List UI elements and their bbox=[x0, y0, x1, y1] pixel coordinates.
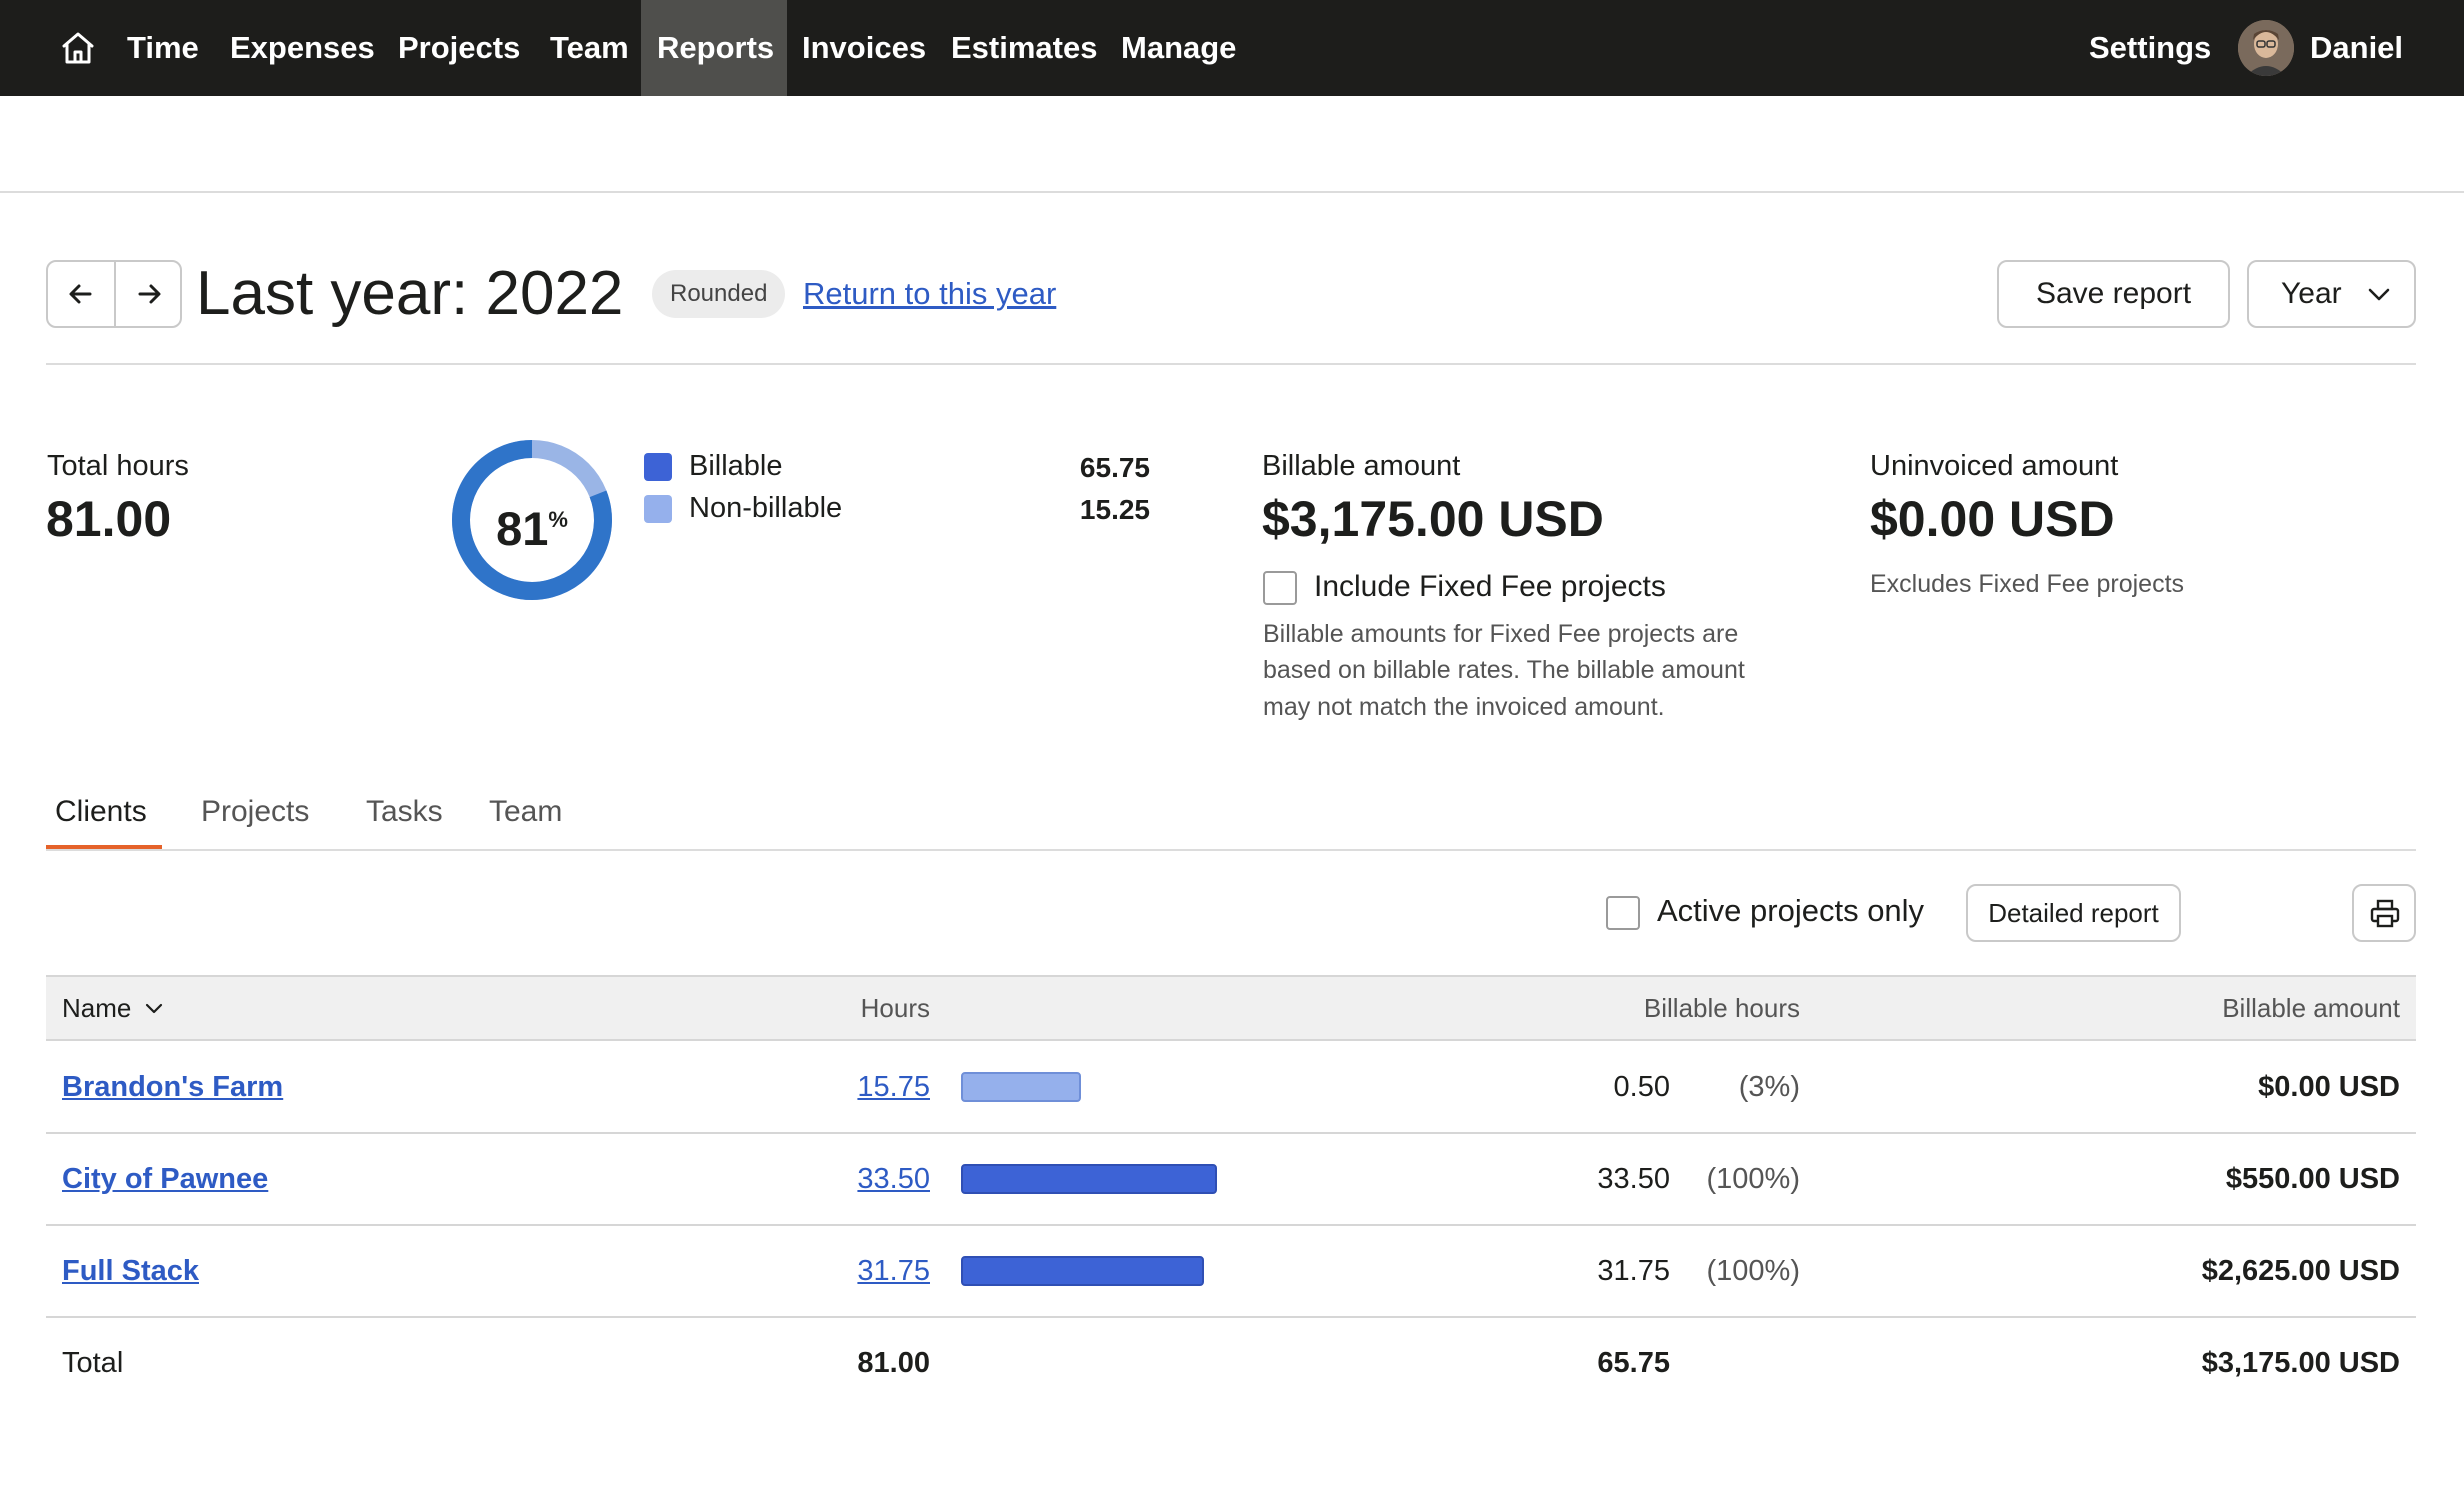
client-name-link[interactable]: City of Pawnee bbox=[62, 1159, 268, 1199]
nav-invoices[interactable]: Invoices bbox=[802, 0, 926, 96]
donut-percent: 81 bbox=[496, 502, 549, 555]
period-select[interactable]: Year bbox=[2247, 260, 2416, 328]
billable-amount-value: $550.00 USD bbox=[2225, 1163, 2400, 1195]
billable-amount-value: $2,625.00 USD bbox=[2201, 1255, 2400, 1287]
nav-projects[interactable]: Projects bbox=[398, 0, 520, 96]
hours-bar bbox=[961, 1164, 1217, 1194]
client-name-link[interactable]: Full Stack bbox=[62, 1251, 199, 1291]
hours-bar bbox=[961, 1256, 1204, 1286]
billable-hours-value: 65.75 bbox=[1079, 452, 1150, 483]
total-hours-label: Total hours bbox=[47, 450, 189, 482]
period-navigation bbox=[46, 260, 182, 328]
nonbillable-hours-value: 15.25 bbox=[1079, 494, 1150, 525]
total-billable-amount: $3,175.00 USD bbox=[2201, 1347, 2400, 1379]
avatar-image bbox=[2238, 20, 2294, 76]
detailed-report-button[interactable]: Detailed report bbox=[1966, 884, 2181, 942]
billable-amount-value: $3,175.00 USD bbox=[1262, 491, 1604, 547]
nav-expenses[interactable]: Expenses bbox=[230, 0, 375, 96]
client-name-link[interactable]: Brandon's Farm bbox=[62, 1067, 283, 1107]
billable-percent: (100%) bbox=[1706, 1163, 1801, 1195]
column-header-hours: Hours bbox=[860, 993, 930, 1023]
uninvoiced-amount-label: Uninvoiced amount bbox=[1870, 450, 2119, 482]
billable-hours-value: 0.50 bbox=[1613, 1071, 1670, 1103]
billable-amount-label: Billable amount bbox=[1262, 450, 1461, 482]
home-icon[interactable] bbox=[58, 30, 98, 66]
billable-percent: (100%) bbox=[1706, 1255, 1801, 1287]
column-header-name[interactable]: Name bbox=[62, 977, 131, 1039]
tab-team[interactable]: Team bbox=[489, 790, 562, 834]
fixed-fee-note-line: Billable amounts for Fixed Fee projects … bbox=[1263, 620, 1739, 648]
nav-time[interactable]: Time bbox=[127, 0, 199, 96]
chevron-down-icon bbox=[2368, 288, 2390, 301]
top-navigation: Time Expenses Projects Team Reports Invo… bbox=[0, 0, 2464, 96]
nonbillable-swatch bbox=[644, 495, 672, 523]
divider bbox=[46, 363, 2416, 365]
hours-link[interactable]: 31.75 bbox=[810, 1251, 930, 1291]
tab-clients[interactable]: Clients bbox=[55, 790, 147, 834]
uninvoiced-note: Excludes Fixed Fee projects bbox=[1870, 570, 2185, 598]
period-select-value: Year bbox=[2281, 277, 2342, 310]
row-divider bbox=[46, 1132, 2416, 1134]
billable-amount-value: $0.00 USD bbox=[2258, 1071, 2400, 1103]
row-divider bbox=[46, 1316, 2416, 1318]
hours-bar bbox=[961, 1072, 1081, 1102]
include-fixed-fee-checkbox[interactable] bbox=[1263, 571, 1297, 605]
tab-projects[interactable]: Projects bbox=[201, 790, 309, 834]
arrow-right-icon bbox=[138, 284, 161, 304]
donut-label: 81% bbox=[450, 438, 614, 602]
billable-percent: (3%) bbox=[1738, 1071, 1800, 1103]
donut-percent-sign: % bbox=[548, 507, 568, 532]
uninvoiced-amount-value: $0.00 USD bbox=[1870, 491, 2115, 547]
avatar[interactable] bbox=[2238, 20, 2294, 76]
rounded-badge: Rounded bbox=[652, 270, 786, 318]
billable-hours-value: 31.75 bbox=[1597, 1255, 1670, 1287]
nav-user-name[interactable]: Daniel bbox=[2310, 0, 2403, 96]
previous-period-button[interactable] bbox=[48, 262, 114, 326]
billable-hours-value: 33.50 bbox=[1597, 1163, 1670, 1195]
active-projects-only-label[interactable]: Active projects only bbox=[1657, 893, 1924, 929]
table-header: Name Hours Billable hours Billable amoun… bbox=[46, 975, 2416, 1041]
nav-settings[interactable]: Settings bbox=[2089, 0, 2211, 96]
nav-team[interactable]: Team bbox=[550, 0, 629, 96]
nonbillable-legend-label: Non-billable bbox=[689, 492, 843, 524]
printer-icon bbox=[2370, 899, 2400, 928]
fixed-fee-note-line: may not match the invoiced amount. bbox=[1263, 693, 1665, 721]
next-period-button[interactable] bbox=[116, 262, 182, 326]
nav-reports[interactable]: Reports bbox=[641, 0, 787, 96]
total-label: Total bbox=[62, 1347, 124, 1379]
save-report-button[interactable]: Save report bbox=[1997, 260, 2230, 328]
billable-legend-label: Billable bbox=[689, 450, 783, 482]
column-header-billable-hours: Billable hours bbox=[1643, 993, 1800, 1023]
total-hours: 81.00 bbox=[857, 1347, 930, 1379]
arrow-left-icon bbox=[69, 284, 92, 304]
print-button[interactable] bbox=[2352, 884, 2416, 942]
return-to-this-year-link[interactable]: Return to this year bbox=[803, 272, 1056, 316]
row-divider bbox=[46, 1224, 2416, 1226]
billable-swatch bbox=[644, 453, 672, 481]
nav-estimates[interactable]: Estimates bbox=[951, 0, 1097, 96]
column-header-billable-amount: Billable amount bbox=[2222, 993, 2400, 1023]
divider bbox=[46, 849, 2416, 851]
chevron-down-icon[interactable] bbox=[144, 1001, 164, 1017]
active-projects-only-checkbox[interactable] bbox=[1606, 896, 1640, 930]
total-billable-hours: 65.75 bbox=[1597, 1347, 1670, 1379]
fixed-fee-note-line: based on billable rates. The billable am… bbox=[1263, 656, 1745, 684]
total-hours-value: 81.00 bbox=[46, 491, 172, 547]
include-fixed-fee-label[interactable]: Include Fixed Fee projects bbox=[1314, 570, 1666, 604]
hours-link[interactable]: 33.50 bbox=[810, 1159, 930, 1199]
tab-tasks[interactable]: Tasks bbox=[366, 790, 443, 834]
page-title: Last year: 2022 bbox=[196, 259, 624, 328]
hours-link[interactable]: 15.75 bbox=[810, 1067, 930, 1107]
divider bbox=[0, 191, 2464, 193]
nav-manage[interactable]: Manage bbox=[1121, 0, 1236, 96]
